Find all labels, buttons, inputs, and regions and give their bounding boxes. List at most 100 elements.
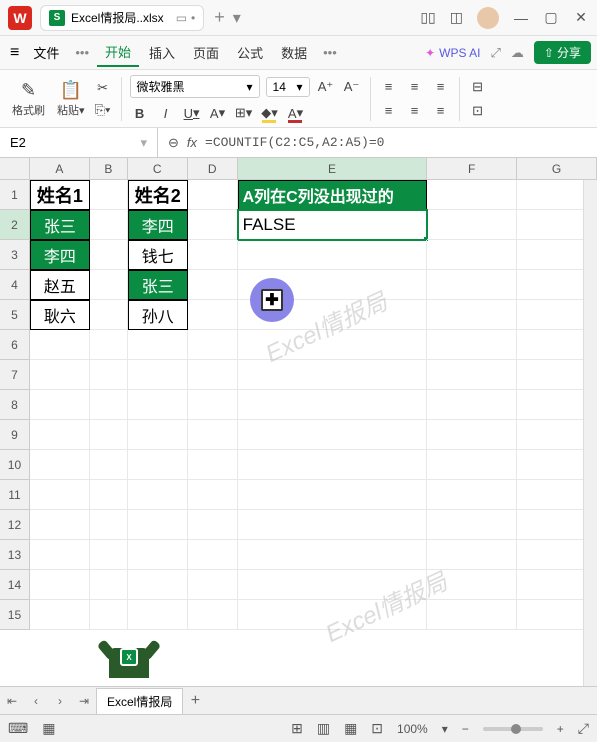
tab-page[interactable]: 页面 [185,39,227,66]
wrap-text-button[interactable]: ⊟ [468,78,488,96]
font-size-select[interactable]: 14▾ [266,77,310,97]
row-header-9[interactable]: 9 [0,420,30,450]
decrease-font-button[interactable]: A⁻ [342,78,362,96]
cell-E2[interactable]: FALSE [238,210,428,240]
cell-F2[interactable] [427,210,517,240]
col-header-E[interactable]: E [238,158,428,180]
share-button[interactable]: ⇧ 分享 [534,41,591,64]
row-header-3[interactable]: 3 [0,240,30,270]
layout-icon[interactable]: ▦ [42,720,55,737]
col-header-D[interactable]: D [188,158,238,180]
zoom-slider[interactable] [483,727,543,731]
formula-input[interactable]: =COUNTIF(C2:C5,A2:A5)=0 [205,135,384,150]
horizontal-scrollbar[interactable] [477,694,597,708]
cell-A3[interactable]: 李四 [30,240,90,270]
format-painter-button[interactable]: ✎ 格式刷 [8,80,49,118]
tab-insert[interactable]: 插入 [141,39,183,66]
cell-A1[interactable]: 姓名1 [30,180,90,210]
row-header-1[interactable]: 1 [0,180,30,210]
menu-overflow-left[interactable]: ••• [69,45,95,60]
row-header-7[interactable]: 7 [0,360,30,390]
view-page-icon[interactable]: ▥ [317,720,330,737]
row-header-4[interactable]: 4 [0,270,30,300]
cell-D1[interactable] [188,180,238,210]
underline-button[interactable]: U▾ [182,104,202,122]
cell-E3[interactable] [238,240,428,270]
merge-cells-button[interactable]: ⊡ [468,102,488,120]
row-header-8[interactable]: 8 [0,390,30,420]
row-header-13[interactable]: 13 [0,540,30,570]
row-header-10[interactable]: 10 [0,450,30,480]
vertical-scrollbar[interactable] [583,180,597,686]
cell-B3[interactable] [90,240,128,270]
close-button[interactable]: ✕ [573,10,589,26]
bold-button[interactable]: B [130,104,150,122]
cell-C3[interactable]: 钱七 [128,240,188,270]
cell-F3[interactable] [427,240,517,270]
cell-B4[interactable] [90,270,128,300]
paste-button[interactable]: 📋 粘贴▾ [53,80,89,118]
cell-B1[interactable] [90,180,128,210]
align-center-button[interactable]: ≡ [405,102,425,120]
book-icon[interactable]: ▯▯ [420,9,435,26]
tab-menu-icon[interactable]: ▭ [176,11,187,25]
fullscreen-icon[interactable]: ⤢ [578,720,589,737]
cell-E1[interactable]: A列在C列没出现过的 [238,180,428,210]
row-header-5[interactable]: 5 [0,300,30,330]
cube-icon[interactable]: ◫ [450,9,463,26]
zoom-out-button[interactable]: − [462,722,469,736]
tab-dot-icon[interactable]: • [191,11,195,25]
col-header-C[interactable]: C [128,158,188,180]
view-grid-icon[interactable]: ▦ [344,720,357,737]
minimize-button[interactable]: — [513,10,529,26]
view-normal-icon[interactable]: ⊞ [291,720,303,737]
row-header-15[interactable]: 15 [0,600,30,630]
view-reading-icon[interactable]: ⊡ [371,720,383,737]
col-header-A[interactable]: A [30,158,90,180]
name-box[interactable]: E2 ▾ [0,128,158,157]
cell-C4[interactable]: 张三 [128,270,188,300]
strike-button[interactable]: A▾ [208,104,228,122]
tab-list-button[interactable]: ▾ [233,8,241,28]
tab-formula[interactable]: 公式 [229,39,271,66]
new-tab-button[interactable]: + [214,7,225,28]
sheet-last-button[interactable]: ⇥ [72,689,96,713]
row-header-12[interactable]: 12 [0,510,30,540]
border-button[interactable]: ⊞▾ [234,104,254,122]
sheet-first-button[interactable]: ⇤ [0,689,24,713]
cell-C2[interactable]: 李四 [128,210,188,240]
row-header-6[interactable]: 6 [0,330,30,360]
align-right-button[interactable]: ≡ [431,102,451,120]
tab-data[interactable]: 数据 [273,39,315,66]
tab-home[interactable]: 开始 [97,38,139,67]
hamburger-icon[interactable]: ≡ [6,42,23,64]
align-left-button[interactable]: ≡ [379,102,399,120]
cell-F5[interactable] [427,300,517,330]
cell-D2[interactable] [188,210,238,240]
italic-button[interactable]: I [156,104,176,122]
zoom-out-fx-icon[interactable]: ⊖ [168,135,179,151]
cell-A4[interactable]: 赵五 [30,270,90,300]
col-header-F[interactable]: F [427,158,517,180]
sheet-next-button[interactable]: › [48,689,72,713]
cell-F4[interactable] [427,270,517,300]
sheet-prev-button[interactable]: ‹ [24,689,48,713]
copy-button[interactable]: ⎘▾ [93,101,113,119]
align-top-button[interactable]: ≡ [379,78,399,96]
maximize-button[interactable]: ▢ [543,10,559,26]
zoom-in-button[interactable]: + [557,722,564,736]
col-header-G[interactable]: G [517,158,597,180]
cell-C1[interactable]: 姓名2 [128,180,188,210]
fill-color-button[interactable]: ◆▾ [260,104,280,122]
row-header-2[interactable]: 2 [0,210,30,240]
menu-overflow-right[interactable]: ••• [317,45,343,60]
cell-D3[interactable] [188,240,238,270]
expand-icon[interactable]: ⤢ [491,45,501,61]
cell-D4[interactable] [188,270,238,300]
cell-A2[interactable]: 张三 [30,210,90,240]
spreadsheet-grid[interactable]: A B C D E F G 1 姓名1 姓名2 A列在C列没出现过的 2 张三 … [0,158,597,686]
cloud-icon[interactable]: ☁ [511,45,524,61]
zoom-level[interactable]: 100% [397,722,428,736]
wps-ai-button[interactable]: ✦ WPS AI [425,46,480,60]
file-tab[interactable]: S Excel情报局..xlsx ▭ • [40,5,204,31]
